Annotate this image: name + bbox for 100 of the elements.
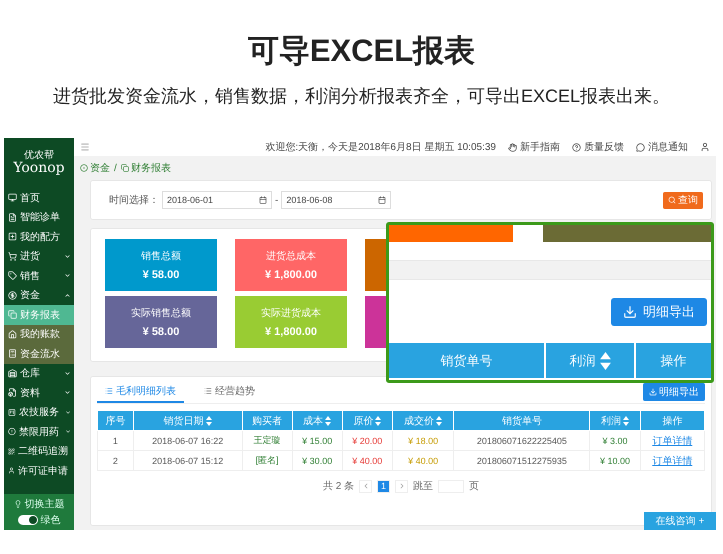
breadcrumb-item[interactable]: 资金 (90, 161, 110, 175)
table-cell: 201806071622225405 (454, 430, 590, 450)
search-icon (668, 196, 676, 204)
column-header[interactable]: 利润 (546, 343, 634, 378)
sidebar-item[interactable]: 智能诊单 (4, 208, 74, 227)
card-label: 实际销售总额 (131, 306, 191, 320)
list-icon (204, 387, 212, 395)
chevron-down-icon (64, 272, 71, 280)
sidebar-subitem[interactable]: 我的账款 (4, 324, 74, 344)
card-label: 进货总成本 (266, 250, 316, 263)
page-button[interactable]: 1 (377, 480, 390, 492)
monitor-icon (8, 193, 17, 202)
sidebar-item[interactable]: 进货 (4, 246, 74, 266)
theme-value: 绿色 (40, 514, 60, 527)
dollar-icon (8, 290, 17, 300)
theme-label: 切换主题 (24, 498, 64, 511)
sidebar-item[interactable]: 许可证申请 (4, 461, 74, 480)
pointer-hand-icon (508, 142, 517, 152)
table-cell: ¥ 18.00 (392, 430, 454, 450)
table-cell: [匿名] (242, 450, 292, 470)
table-cell: ¥ 30.00 (292, 450, 342, 470)
column-header[interactable]: 序号 (98, 410, 134, 430)
table-cell: ¥ 40.00 (342, 450, 392, 470)
export-button[interactable]: 明细导出 (611, 298, 707, 326)
table-cell: ¥ 15.00 (292, 430, 342, 450)
date-field[interactable]: 2018-06-08 (281, 191, 392, 209)
chevron-down-icon (64, 252, 71, 260)
card-label: 实际进货成本 (261, 306, 321, 320)
sidebar-subitem[interactable]: 资金流水 (4, 344, 74, 364)
table-cell: 王定璇 (242, 430, 292, 450)
calendar-icon (259, 196, 267, 204)
top-link[interactable]: 质量反馈 (584, 140, 624, 154)
sidebar-item[interactable]: 仓库 (4, 364, 74, 383)
date-field[interactable]: 2018-06-01 (162, 191, 272, 209)
card-label: 销售总额 (141, 250, 181, 263)
total-count: 共 2 条 (322, 480, 354, 493)
column-header[interactable]: 成交价 (392, 410, 454, 430)
sort-icon[interactable] (600, 352, 610, 370)
table-cell: 1 (98, 430, 134, 450)
date-separator: - (275, 194, 278, 206)
query-button[interactable]: 查询 (663, 192, 703, 208)
greeting-text: 欢迎您:天衡，今天是2018年6月8日 星期五 10:05:39 (265, 140, 496, 154)
column-header[interactable]: 成本 (292, 410, 342, 430)
card-value: ¥ 58.00 (142, 269, 180, 281)
sort-icon[interactable] (325, 416, 332, 426)
chat-bubble-icon (636, 142, 645, 152)
table-cell: ¥ 3.00 (590, 430, 640, 450)
alert-icon (8, 427, 16, 436)
sidebar-item[interactable]: 我的配方 (4, 227, 74, 246)
card-value: ¥ 58.00 (142, 326, 180, 338)
sidebar-item[interactable]: 禁限用药 (4, 422, 74, 442)
table-cell: 2018-06-07 16:22 (133, 430, 242, 450)
qr-code-icon (8, 446, 15, 456)
column-header[interactable]: 操作 (640, 410, 704, 430)
menu-icon[interactable] (80, 142, 90, 152)
sidebar-item[interactable]: 资金 (4, 286, 74, 305)
card-value: ¥ 1,800.00 (265, 269, 317, 281)
user-icon[interactable] (700, 142, 710, 152)
sort-icon[interactable] (206, 416, 212, 426)
column-header[interactable]: 原价 (342, 410, 392, 430)
sort-icon[interactable] (622, 416, 629, 426)
tab[interactable]: 经营趋势 (196, 381, 263, 403)
chevron-down-icon (64, 370, 71, 377)
sort-icon[interactable] (436, 416, 442, 426)
theme-toggle[interactable] (18, 515, 38, 525)
logo: 优农帮 Yoonop (12, 148, 66, 178)
circle-dot-icon (80, 164, 88, 172)
table-cell: ¥ 20.00 (342, 430, 392, 450)
jump-label: 跳至 (413, 480, 434, 493)
user-icon (8, 466, 15, 476)
table-cell: 2 (98, 450, 134, 470)
list-icon (105, 387, 113, 395)
sort-icon[interactable] (375, 416, 382, 426)
plus-square-icon (8, 232, 17, 242)
next-page-button[interactable] (395, 480, 408, 492)
breadcrumb-item[interactable]: 财务报表 (130, 161, 171, 175)
column-header[interactable]: 操作 (636, 343, 711, 378)
column-header[interactable]: 利润 (590, 410, 640, 430)
board-icon (8, 408, 16, 417)
column-header[interactable]: 销货单号 (389, 343, 544, 378)
chevron-up-icon (64, 292, 71, 299)
online-chat-button[interactable]: 在线咨询 + (644, 512, 716, 530)
export-button[interactable]: 明细导出 (643, 383, 705, 401)
column-header[interactable]: 购买者 (242, 410, 292, 430)
document-icon (8, 212, 17, 222)
tab[interactable]: 毛利明细列表 (97, 381, 184, 403)
column-header[interactable]: 销货日期 (133, 410, 242, 430)
sidebar-item[interactable]: 农技服务 (4, 402, 74, 422)
top-link[interactable]: 新手指南 (520, 140, 560, 154)
table-cell: 201806071512275935 (454, 450, 590, 470)
column-header[interactable]: 销货单号 (454, 410, 590, 430)
calendar-icon (378, 196, 386, 204)
top-link[interactable]: 消息通知 (648, 140, 688, 154)
sidebar-subitem[interactable]: 财务报表 (4, 305, 74, 324)
sidebar-item[interactable]: 首页 (4, 188, 74, 208)
sidebar-item[interactable]: 销售 (4, 266, 74, 286)
sidebar-item[interactable]: 二维码追溯 (4, 442, 74, 461)
previous-page-button[interactable] (359, 480, 372, 492)
sidebar-item[interactable]: 资料 (4, 383, 74, 402)
filter-label: 时间选择： (109, 194, 159, 207)
